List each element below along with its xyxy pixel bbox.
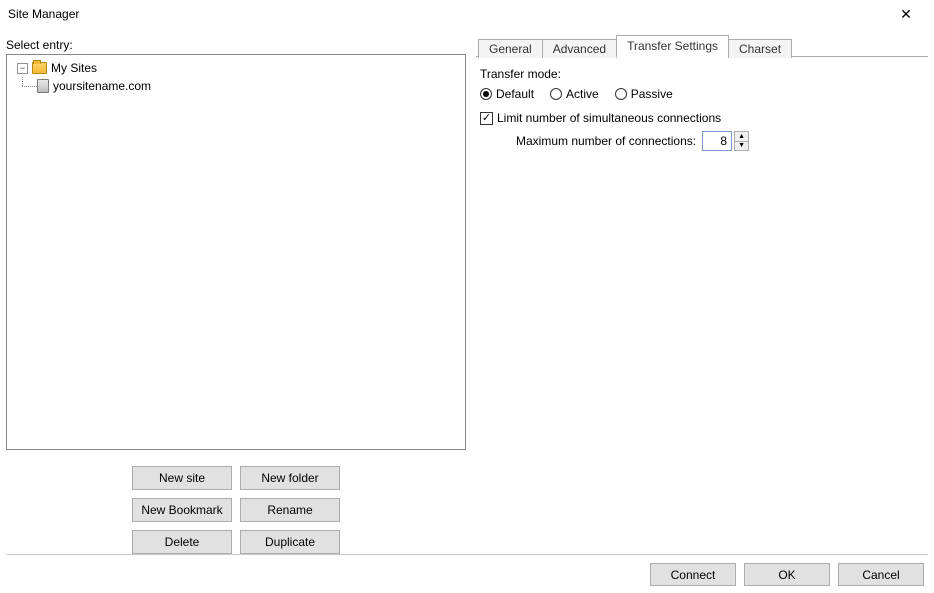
tree-collapse-icon[interactable]: − (17, 63, 28, 74)
tab-transfer-settings[interactable]: Transfer Settings (616, 35, 729, 57)
select-entry-label: Select entry: (6, 38, 466, 52)
window-title: Site Manager (8, 7, 886, 21)
radio-icon (615, 88, 627, 100)
limit-connections-row[interactable]: Limit number of simultaneous connections (480, 111, 924, 125)
transfer-mode-label: Transfer mode: (480, 67, 924, 81)
server-icon (37, 79, 49, 93)
cancel-button[interactable]: Cancel (838, 563, 924, 586)
right-panel: General Advanced Transfer Settings Chars… (476, 32, 928, 554)
ok-button[interactable]: OK (744, 563, 830, 586)
rename-button[interactable]: Rename (240, 498, 340, 522)
radio-passive[interactable]: Passive (615, 87, 673, 101)
tree-site-label: yoursitename.com (53, 79, 151, 93)
new-folder-button[interactable]: New folder (240, 466, 340, 490)
left-panel: Select entry: − My Sites yoursitename.co… (6, 32, 466, 554)
tree-connector (9, 77, 37, 95)
site-tree[interactable]: − My Sites yoursitename.com (6, 54, 466, 450)
tab-advanced[interactable]: Advanced (542, 39, 617, 58)
max-connections-spinner: ▲ ▼ (734, 131, 749, 151)
max-connections-input[interactable] (702, 131, 732, 151)
transfer-mode-radios: Default Active Passive (480, 87, 924, 101)
max-connections-label: Maximum number of connections: (516, 134, 696, 148)
transfer-settings-panel: Transfer mode: Default Active Passive Li… (476, 57, 928, 161)
tree-root-row[interactable]: − My Sites (9, 59, 463, 77)
radio-icon (550, 88, 562, 100)
radio-default-label: Default (496, 87, 534, 101)
titlebar: Site Manager ✕ (0, 0, 934, 28)
max-connections-row: Maximum number of connections: ▲ ▼ (516, 131, 924, 151)
radio-passive-label: Passive (631, 87, 673, 101)
radio-active-label: Active (566, 87, 599, 101)
new-site-button[interactable]: New site (132, 466, 232, 490)
site-action-buttons: New site New folder New Bookmark Rename … (6, 466, 466, 554)
new-bookmark-button[interactable]: New Bookmark (132, 498, 232, 522)
delete-button[interactable]: Delete (132, 530, 232, 554)
radio-active[interactable]: Active (550, 87, 599, 101)
limit-connections-label: Limit number of simultaneous connections (497, 111, 721, 125)
folder-icon (32, 62, 47, 74)
content-area: Select entry: − My Sites yoursitename.co… (0, 28, 934, 554)
tab-general[interactable]: General (478, 39, 543, 58)
tree-root-label: My Sites (51, 61, 97, 75)
spinner-up-icon[interactable]: ▲ (735, 132, 748, 142)
limit-connections-checkbox[interactable] (480, 112, 493, 125)
radio-default[interactable]: Default (480, 87, 534, 101)
radio-icon (480, 88, 492, 100)
dialog-footer: Connect OK Cancel (0, 555, 934, 586)
close-icon[interactable]: ✕ (886, 6, 926, 23)
duplicate-button[interactable]: Duplicate (240, 530, 340, 554)
tree-site-row[interactable]: yoursitename.com (9, 77, 463, 95)
connect-button[interactable]: Connect (650, 563, 736, 586)
tab-strip: General Advanced Transfer Settings Chars… (476, 34, 928, 57)
tab-charset[interactable]: Charset (728, 39, 792, 58)
spinner-down-icon[interactable]: ▼ (735, 142, 748, 151)
